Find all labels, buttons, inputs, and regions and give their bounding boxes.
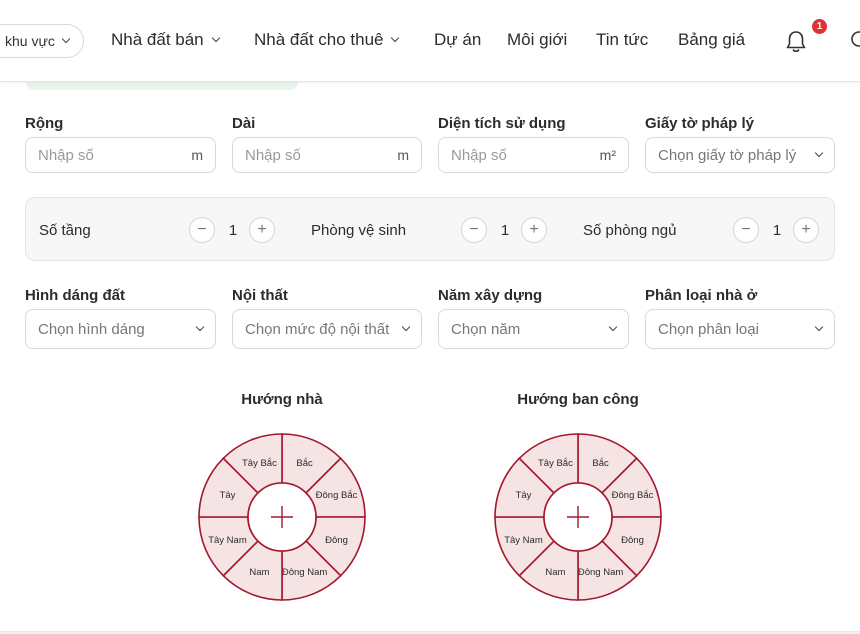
nav-label: Dự án <box>434 30 482 49</box>
usable-area-input[interactable]: Nhập số m² <box>438 137 629 173</box>
length-input[interactable]: Nhập số m <box>232 137 422 173</box>
house-type-label: Phân loại nhà ở <box>645 287 758 304</box>
house-direction-label-dong-nam: Đông Nam <box>282 567 327 578</box>
nav-label: Nhà đất cho thuê <box>254 30 384 49</box>
year-built-label: Năm xây dựng <box>438 287 543 304</box>
nav-item-nha-dat-cho-thue[interactable]: Nhà đất cho thuê <box>254 30 400 50</box>
plus-icon: + <box>801 221 811 238</box>
bathrooms-increment-button[interactable]: + <box>521 217 547 243</box>
top-navbar: khu vực Nhà đất bán Nhà đất cho thuê Dự … <box>0 0 860 82</box>
balcony-direction-compass: Bắc Đông Bắc Đông Đông Nam Nam Tây Nam Tây Tây … <box>494 433 662 601</box>
chevron-down-icon <box>61 34 71 44</box>
nav-item-tin-tuc[interactable]: Tin tức <box>596 30 648 50</box>
width-unit: m <box>191 147 203 163</box>
notification-badge: 1 <box>810 17 829 36</box>
usable-area-label: Diện tích sử dụng <box>438 115 566 132</box>
floors-increment-button[interactable]: + <box>249 217 275 243</box>
balcony-direction-label-dong-bac: Đông Bắc <box>612 490 654 501</box>
floors-label: Số tầng <box>39 222 91 239</box>
bedrooms-decrement-button[interactable]: − <box>733 217 759 243</box>
width-placeholder: Nhập số <box>38 146 94 164</box>
chevron-down-icon <box>195 322 205 332</box>
furniture-placeholder: Chọn mức độ nội thất <box>245 320 390 338</box>
house-direction-label-tay: Tây <box>220 490 236 501</box>
floors-decrement-button[interactable]: − <box>189 217 215 243</box>
house-direction-label-dong: Đông <box>325 535 348 546</box>
house-direction-label-dong-bac: Đông Bắc <box>316 490 358 501</box>
nav-label: Tin tức <box>596 30 649 49</box>
area-selector[interactable]: khu vực <box>0 24 84 58</box>
bell-icon[interactable] <box>785 30 807 54</box>
bathrooms-label: Phòng vệ sinh <box>311 222 407 239</box>
balcony-direction-label-bac: Bắc <box>592 458 609 469</box>
chevron-down-icon <box>814 148 824 158</box>
nav-label: Nhà đất bán <box>111 30 204 49</box>
house-direction-label-tay-nam: Tây Nam <box>208 535 247 546</box>
nav-label: Bảng giá <box>678 30 746 49</box>
chevron-down-icon <box>211 33 220 43</box>
minus-icon: − <box>469 221 479 238</box>
plus-icon: + <box>529 221 539 238</box>
nav-item-du-an[interactable]: Dự án <box>434 30 481 50</box>
land-shape-label: Hình dáng đất <box>25 287 125 304</box>
house-type-placeholder: Chọn phân loại <box>658 320 759 338</box>
house-direction-compass: Bắc Đông Bắc Đông Đông Nam Nam Tây Nam Tây Tây … <box>198 433 366 601</box>
bathrooms-decrement-button[interactable]: − <box>461 217 487 243</box>
house-type-select[interactable]: Chọn phân loại <box>645 309 835 349</box>
balcony-direction-title: Hướng ban công <box>517 391 639 408</box>
bedrooms-value: 1 <box>772 222 782 239</box>
legal-label: Giấy tờ pháp lý <box>645 115 755 132</box>
balcony-direction-label-tay: Tây <box>516 490 532 501</box>
hint-bar <box>26 82 298 90</box>
length-unit: m <box>397 147 409 163</box>
chevron-down-icon <box>608 322 618 332</box>
room-counter-panel: Số tầng − 1 + Phòng vệ sinh − 1 + Số phò… <box>25 197 835 261</box>
width-label: Rộng <box>25 115 64 132</box>
width-input[interactable]: Nhập số m <box>25 137 216 173</box>
floors-value: 1 <box>228 222 238 239</box>
minus-icon: − <box>197 221 207 238</box>
nav-label: Môi giới <box>507 30 568 49</box>
plus-icon: + <box>257 221 267 238</box>
house-direction-title: Hướng nhà <box>241 391 323 408</box>
nav-item-moi-gioi[interactable]: Môi giới <box>507 30 567 50</box>
chevron-down-icon <box>391 33 400 43</box>
chevron-down-icon <box>814 322 824 332</box>
house-direction-label-nam: Nam <box>249 567 269 578</box>
year-built-select[interactable]: Chọn năm <box>438 309 629 349</box>
nav-item-nha-dat-ban[interactable]: Nhà đất bán <box>111 30 220 50</box>
nav-item-bang-gia[interactable]: Bảng giá <box>678 30 745 50</box>
land-shape-select[interactable]: Chọn hình dáng <box>25 309 216 349</box>
minus-icon: − <box>741 221 751 238</box>
furniture-select[interactable]: Chọn mức độ nội thất <box>232 309 422 349</box>
house-direction-label-tay-bac: Tây Bắc <box>242 458 277 469</box>
area-selector-label: khu vực <box>5 33 55 49</box>
bedrooms-label: Số phòng ngủ <box>583 222 677 239</box>
year-built-placeholder: Chọn năm <box>451 320 521 338</box>
legal-placeholder: Chọn giấy tờ pháp lý <box>658 146 797 164</box>
bathrooms-value: 1 <box>500 222 510 239</box>
bedrooms-increment-button[interactable]: + <box>793 217 819 243</box>
legal-select[interactable]: Chọn giấy tờ pháp lý <box>645 137 835 173</box>
balcony-direction-label-tay-bac: Tây Bắc <box>538 458 573 469</box>
land-shape-placeholder: Chọn hình dáng <box>38 320 145 338</box>
house-direction-label-bac: Bắc <box>296 458 313 469</box>
usable-area-placeholder: Nhập số <box>451 146 507 164</box>
length-placeholder: Nhập số <box>245 146 301 164</box>
chevron-down-icon <box>401 322 411 332</box>
usable-area-unit: m² <box>599 147 616 163</box>
balcony-direction-label-tay-nam: Tây Nam <box>504 535 543 546</box>
balcony-direction-label-dong: Đông <box>621 535 644 546</box>
balcony-direction-label-nam: Nam <box>545 567 565 578</box>
length-label: Dài <box>232 115 256 132</box>
furniture-label: Nội thất <box>232 287 288 304</box>
balcony-direction-label-dong-nam: Đông Nam <box>578 567 623 578</box>
chat-icon[interactable] <box>850 30 860 52</box>
